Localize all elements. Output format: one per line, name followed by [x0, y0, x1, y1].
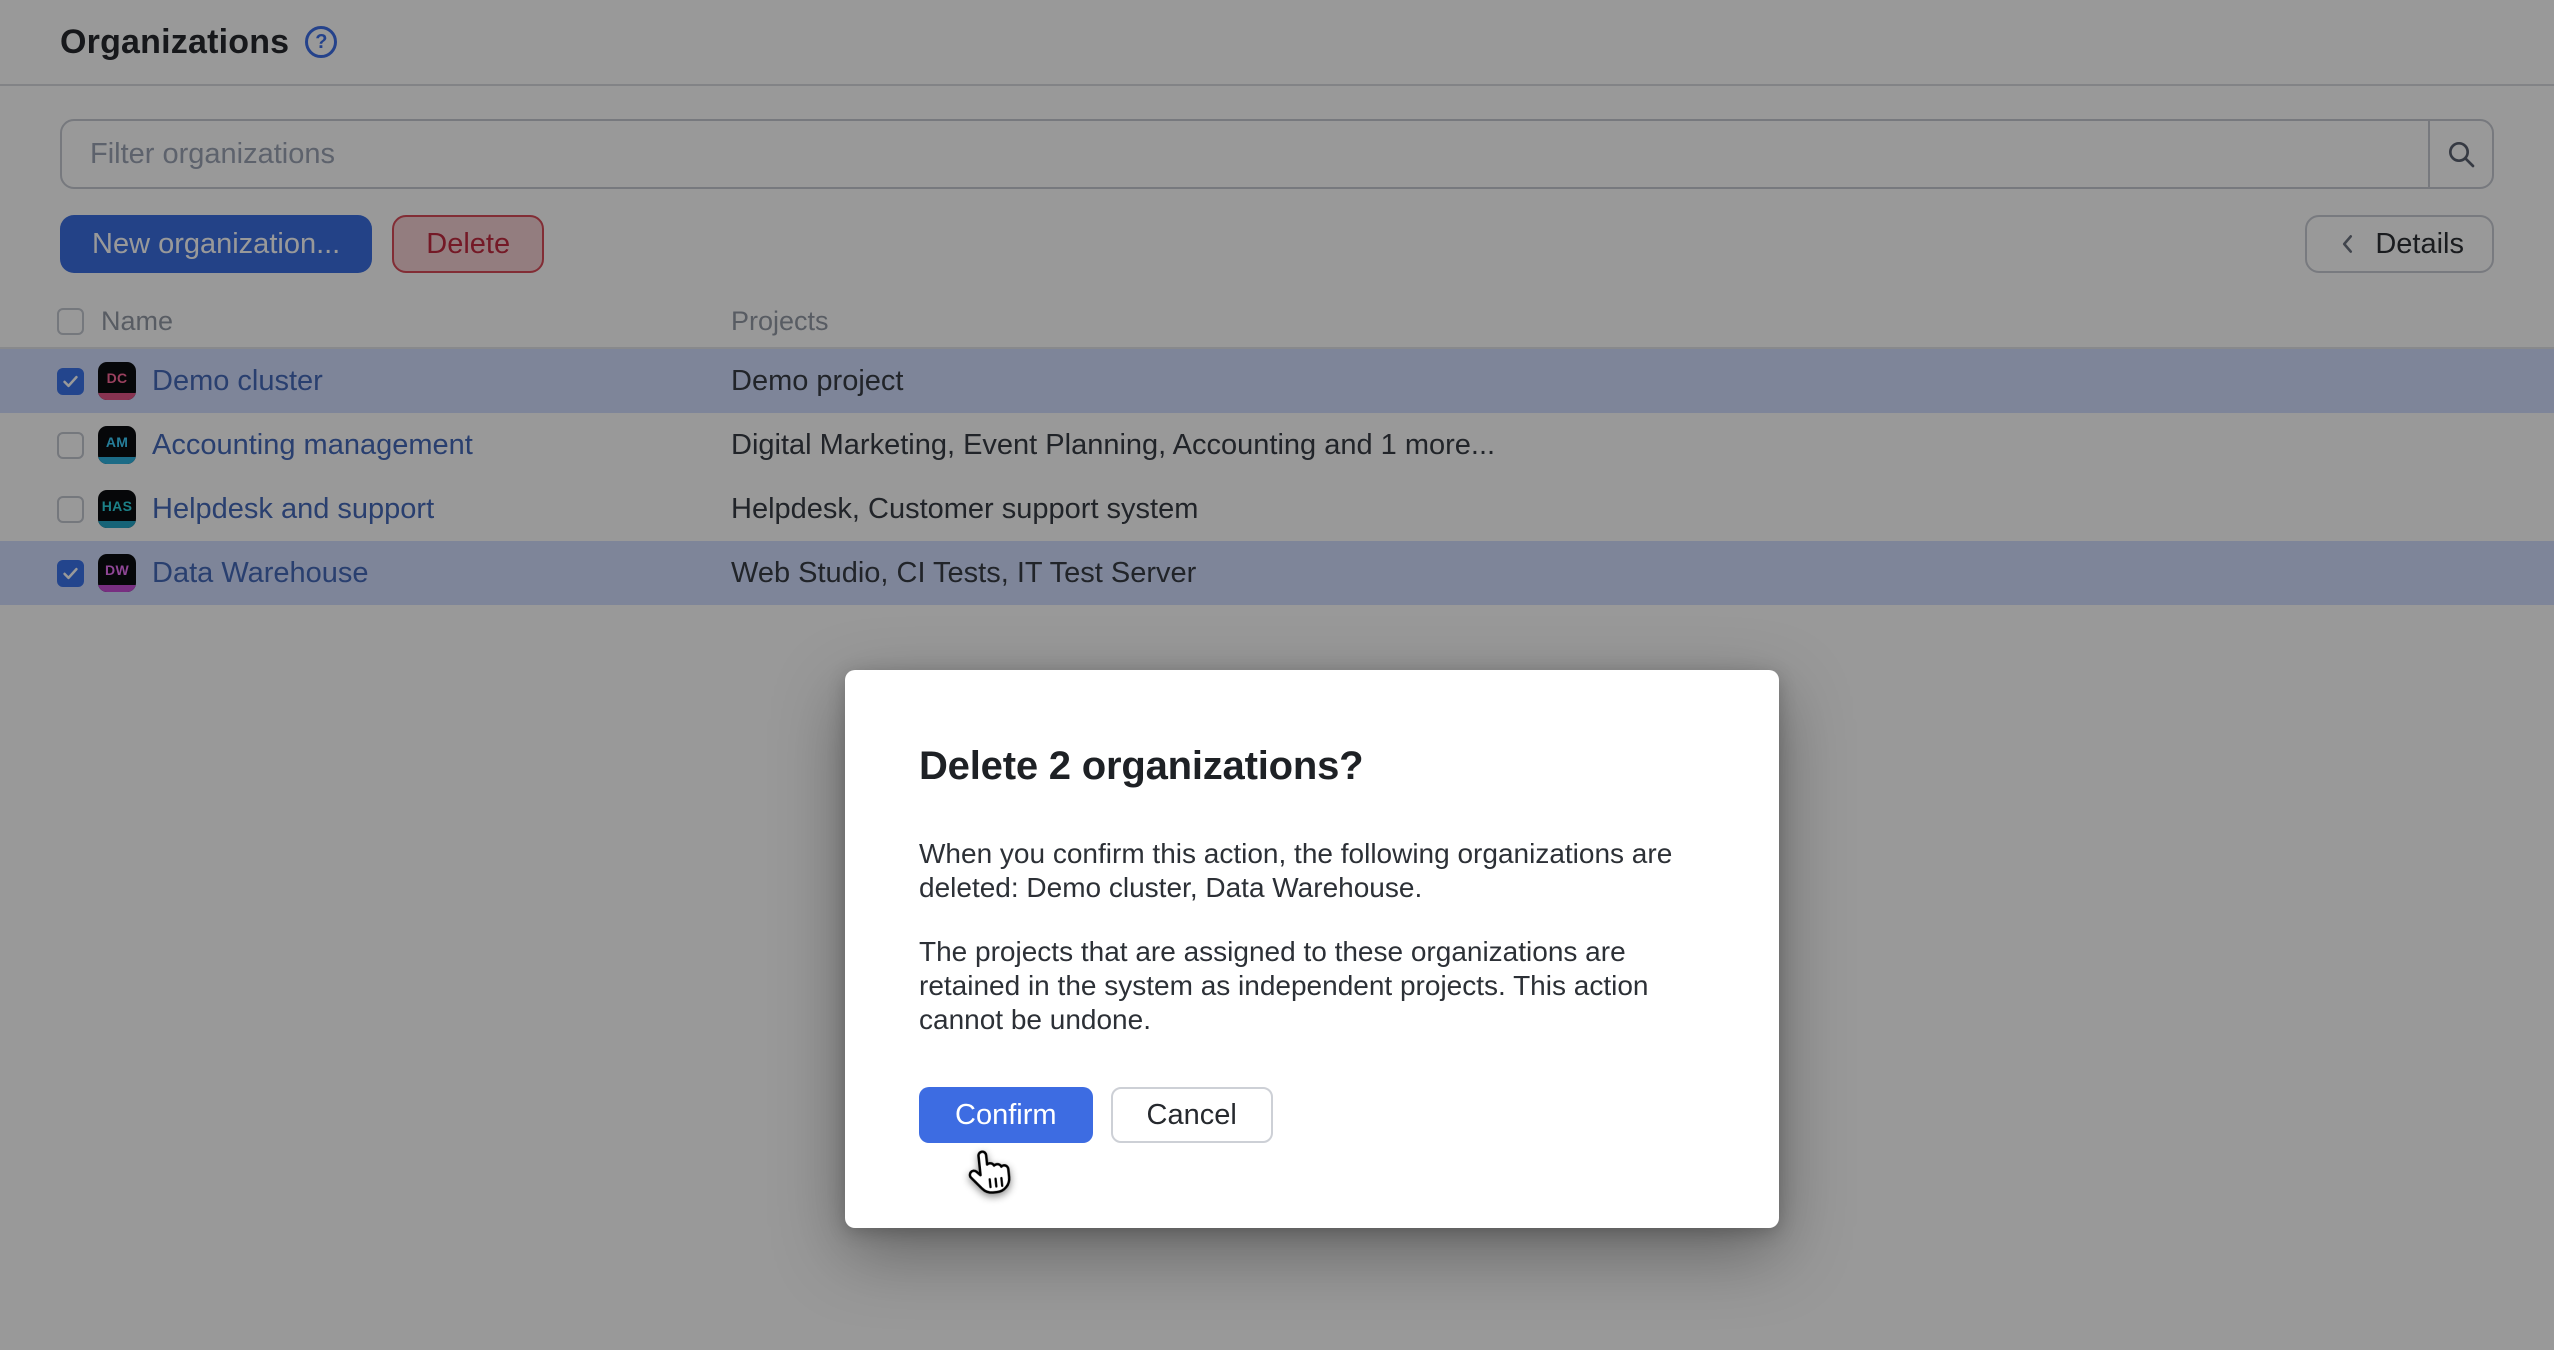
dialog-paragraph: The projects that are assigned to these …	[919, 935, 1705, 1037]
dialog-title: Delete 2 organizations?	[919, 744, 1705, 789]
confirm-button[interactable]: Confirm	[919, 1087, 1093, 1143]
dialog-paragraph: When you confirm this action, the follow…	[919, 837, 1705, 905]
dialog-body: When you confirm this action, the follow…	[919, 837, 1705, 1037]
dialog-actions: Confirm Cancel	[919, 1087, 1705, 1143]
cancel-button[interactable]: Cancel	[1111, 1087, 1273, 1143]
delete-confirmation-dialog: Delete 2 organizations? When you confirm…	[845, 670, 1779, 1228]
